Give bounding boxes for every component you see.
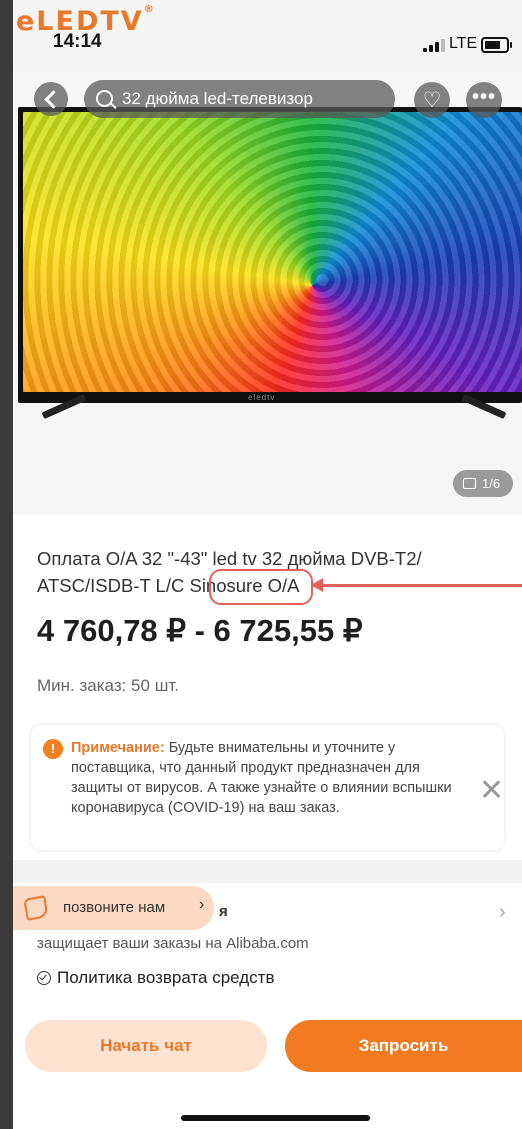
product-gallery[interactable]: eledtv 32 дюйма led-телевизор ♡ ••• 1/6	[13, 70, 522, 515]
start-chat-button[interactable]: Начать чат	[25, 1020, 267, 1072]
action-footer: Начать чат Запросить	[13, 1003, 522, 1129]
signal-icon	[423, 38, 445, 52]
more-dots-icon: •••	[471, 86, 496, 108]
warning-icon: !	[43, 739, 63, 759]
tv-screen-image	[23, 112, 522, 392]
price-range: 4 760,78 ₽ - 6 725,55 ₽	[37, 613, 363, 648]
call-us-button[interactable]: позвоните нам ›	[13, 886, 214, 930]
refund-policy[interactable]: Политика возврата средств	[57, 968, 275, 988]
home-indicator[interactable]	[181, 1115, 370, 1121]
search-query[interactable]: 32 дюйма led-телевизор	[122, 89, 313, 109]
trade-assurance-title: я	[219, 903, 228, 920]
status-bar: eLEDTV® 14:14 LTE	[13, 0, 522, 70]
protection-description: защищает ваши заказы на Alibaba.com	[37, 935, 309, 952]
notice-text: Примечание: Будьте внимательны и уточнит…	[71, 738, 461, 818]
product-info: Оплата O/A 32 "-43" led tv 32 дюйма DVB-…	[13, 515, 522, 860]
favorite-button[interactable]: ♡	[414, 82, 450, 118]
heart-icon: ♡	[422, 88, 442, 112]
sinosure-highlight-annotation	[209, 569, 313, 605]
check-circle-icon	[37, 971, 51, 985]
product-image[interactable]: eledtv	[18, 107, 522, 403]
network-label: LTE	[449, 35, 478, 52]
chevron-right-icon: ›	[199, 896, 205, 913]
battery-icon	[481, 37, 512, 53]
search-icon	[96, 90, 113, 107]
tv-brand-mark: eledtv	[248, 393, 276, 402]
back-button[interactable]	[34, 82, 68, 116]
search-bar[interactable]: 32 дюйма led-телевизор	[84, 80, 395, 118]
close-icon[interactable]: ✕	[479, 773, 504, 808]
chevron-right-icon[interactable]: ›	[499, 901, 506, 924]
back-arrow-icon	[44, 90, 63, 109]
phone-icon	[23, 895, 49, 921]
min-order: Мин. заказ: 50 шт.	[37, 676, 179, 695]
trade-assurance-section[interactable]: позвоните нам › я › защищает ваши заказы…	[13, 883, 522, 1003]
request-button[interactable]: Запросить	[285, 1020, 522, 1072]
call-us-label: позвоните нам	[63, 899, 166, 916]
annotation-arrow	[311, 578, 522, 592]
more-button[interactable]: •••	[466, 82, 502, 118]
phone-screen: eLEDTV® 14:14 LTE eledtv 32 дюйма led-те…	[13, 0, 522, 1129]
image-counter-label: 1/6	[482, 476, 501, 491]
notice-box: ! Примечание: Будьте внимательны и уточн…	[31, 725, 504, 850]
image-icon	[463, 478, 476, 489]
image-counter[interactable]: 1/6	[453, 470, 513, 497]
notice-label: Примечание:	[71, 740, 165, 756]
status-time: 14:14	[53, 31, 102, 52]
